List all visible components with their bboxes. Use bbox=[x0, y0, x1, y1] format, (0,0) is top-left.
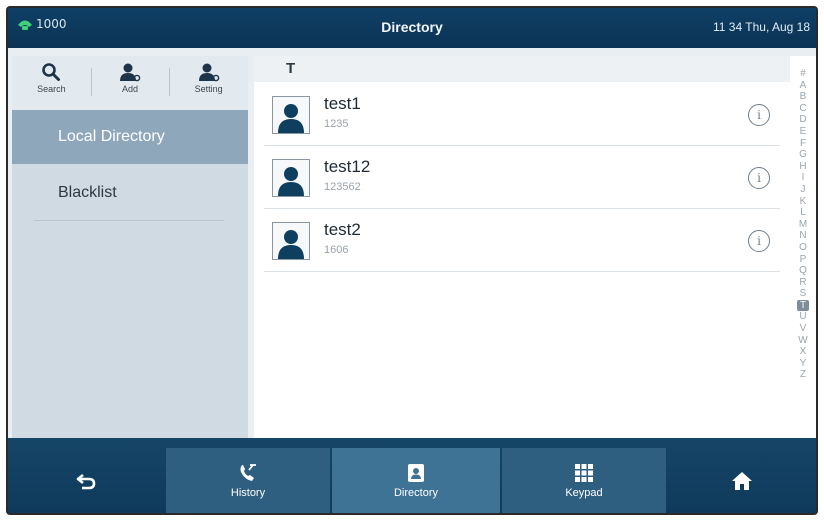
alphabet-letter[interactable]: G bbox=[797, 149, 809, 161]
contact-avatar bbox=[272, 96, 310, 134]
group-header: T bbox=[254, 56, 790, 82]
sidebar: Search Add Setting Local Directory Black… bbox=[12, 56, 248, 438]
contact-item[interactable]: test1 1235 i bbox=[264, 84, 780, 146]
home-icon bbox=[732, 471, 752, 490]
alphabet-letter[interactable]: L bbox=[797, 207, 809, 219]
alphabet-letter[interactable]: Y bbox=[797, 358, 809, 370]
contact-list[interactable]: T test1 1235 i test12 123562 i test2 160… bbox=[254, 56, 790, 438]
sidebar-item-label: Blacklist bbox=[58, 184, 117, 201]
alphabet-letter[interactable]: U bbox=[797, 311, 809, 323]
directory-icon bbox=[408, 463, 424, 482]
setting-label: Setting bbox=[194, 84, 223, 94]
alphabet-letter[interactable]: S bbox=[797, 288, 809, 300]
status-bar: 1000 Directory 11 34 Thu, Aug 18 bbox=[8, 8, 816, 48]
contact-name: test1 bbox=[324, 94, 361, 113]
divider bbox=[34, 220, 224, 221]
alphabet-letter[interactable]: T bbox=[797, 299, 809, 312]
line-indicator[interactable]: 1000 bbox=[16, 17, 67, 31]
alphabet-letter[interactable]: B bbox=[797, 91, 809, 103]
search-icon bbox=[42, 63, 61, 81]
alphabet-letter[interactable]: V bbox=[797, 323, 809, 335]
tab-keypad[interactable]: Keypad bbox=[502, 448, 666, 513]
alphabet-index[interactable]: # A B C D E F G H I J K L M N O P Q R S T U V W X Y Z bbox=[790, 56, 816, 438]
contact-name: test12 bbox=[324, 157, 371, 176]
keypad-label: Keypad bbox=[565, 486, 603, 499]
person-icon bbox=[278, 104, 304, 133]
alphabet-letter[interactable]: I bbox=[797, 172, 809, 184]
info-icon[interactable]: i bbox=[748, 104, 770, 126]
alphabet-letter[interactable]: Z bbox=[797, 369, 809, 381]
sidebar-toolbar: Search Add Setting bbox=[12, 56, 248, 110]
phone-line-icon bbox=[18, 20, 32, 30]
alphabet-letter[interactable]: K bbox=[797, 196, 809, 208]
info-icon[interactable]: i bbox=[748, 167, 770, 189]
home-button[interactable] bbox=[668, 448, 816, 513]
add-contact-button[interactable]: Add bbox=[90, 56, 170, 110]
alphabet-letter[interactable]: P bbox=[797, 254, 809, 266]
alphabet-letter[interactable]: # bbox=[797, 68, 809, 80]
alphabet-letter[interactable]: R bbox=[797, 277, 809, 289]
alphabet-letter[interactable]: C bbox=[797, 103, 809, 115]
back-icon bbox=[76, 473, 96, 489]
alphabet-letter[interactable]: O bbox=[797, 242, 809, 254]
alphabet-letter[interactable]: F bbox=[797, 138, 809, 150]
contact-number: 1235 bbox=[324, 118, 349, 130]
search-label: Search bbox=[37, 84, 66, 94]
contact-name: test2 bbox=[324, 220, 361, 239]
contact-number: 1606 bbox=[324, 244, 349, 256]
setting-button[interactable]: Setting bbox=[169, 56, 248, 110]
alphabet-letter[interactable]: M bbox=[797, 219, 809, 231]
history-label: History bbox=[230, 486, 266, 499]
directory-label: Directory bbox=[393, 486, 438, 499]
keypad-icon bbox=[575, 463, 593, 482]
add-contact-icon bbox=[120, 63, 141, 82]
add-label: Add bbox=[122, 84, 139, 94]
alphabet-letter[interactable]: X bbox=[797, 346, 809, 358]
contact-number: 123562 bbox=[324, 181, 361, 193]
alphabet-letter[interactable]: J bbox=[797, 184, 809, 196]
contact-avatar bbox=[272, 222, 310, 260]
phone-screen: 1000 Directory 11 34 Thu, Aug 18 Search bbox=[6, 6, 818, 515]
contact-settings-icon bbox=[198, 63, 219, 82]
sidebar-item-blacklist[interactable]: Blacklist bbox=[12, 166, 248, 220]
tab-history[interactable]: History bbox=[166, 448, 330, 513]
datetime: 11 34 Thu, Aug 18 bbox=[713, 20, 810, 34]
alphabet-letter[interactable]: Q bbox=[797, 265, 809, 277]
alphabet-letter[interactable]: A bbox=[797, 80, 809, 92]
back-button[interactable] bbox=[8, 448, 164, 513]
alphabet-letter[interactable]: D bbox=[797, 114, 809, 126]
contact-item[interactable]: test2 1606 i bbox=[264, 210, 780, 272]
search-button[interactable]: Search bbox=[12, 56, 91, 110]
person-icon bbox=[278, 230, 304, 259]
info-icon[interactable]: i bbox=[748, 230, 770, 252]
line-number: 1000 bbox=[36, 17, 67, 31]
main-area: Search Add Setting Local Directory Black… bbox=[8, 48, 816, 438]
person-icon bbox=[278, 167, 304, 196]
tab-directory[interactable]: Directory bbox=[332, 448, 500, 513]
contact-item[interactable]: test12 123562 i bbox=[264, 147, 780, 209]
alphabet-letter[interactable]: W bbox=[797, 335, 809, 347]
alphabet-letter[interactable]: N bbox=[797, 230, 809, 242]
history-icon bbox=[240, 463, 256, 481]
page-title: Directory bbox=[381, 19, 443, 35]
sidebar-item-local-directory[interactable]: Local Directory bbox=[12, 110, 248, 164]
contact-avatar bbox=[272, 159, 310, 197]
alphabet-letter[interactable]: H bbox=[797, 161, 809, 173]
sidebar-item-label: Local Directory bbox=[58, 128, 165, 145]
softkey-bar: History Directory Keypad bbox=[8, 438, 816, 513]
alphabet-letter[interactable]: E bbox=[797, 126, 809, 138]
